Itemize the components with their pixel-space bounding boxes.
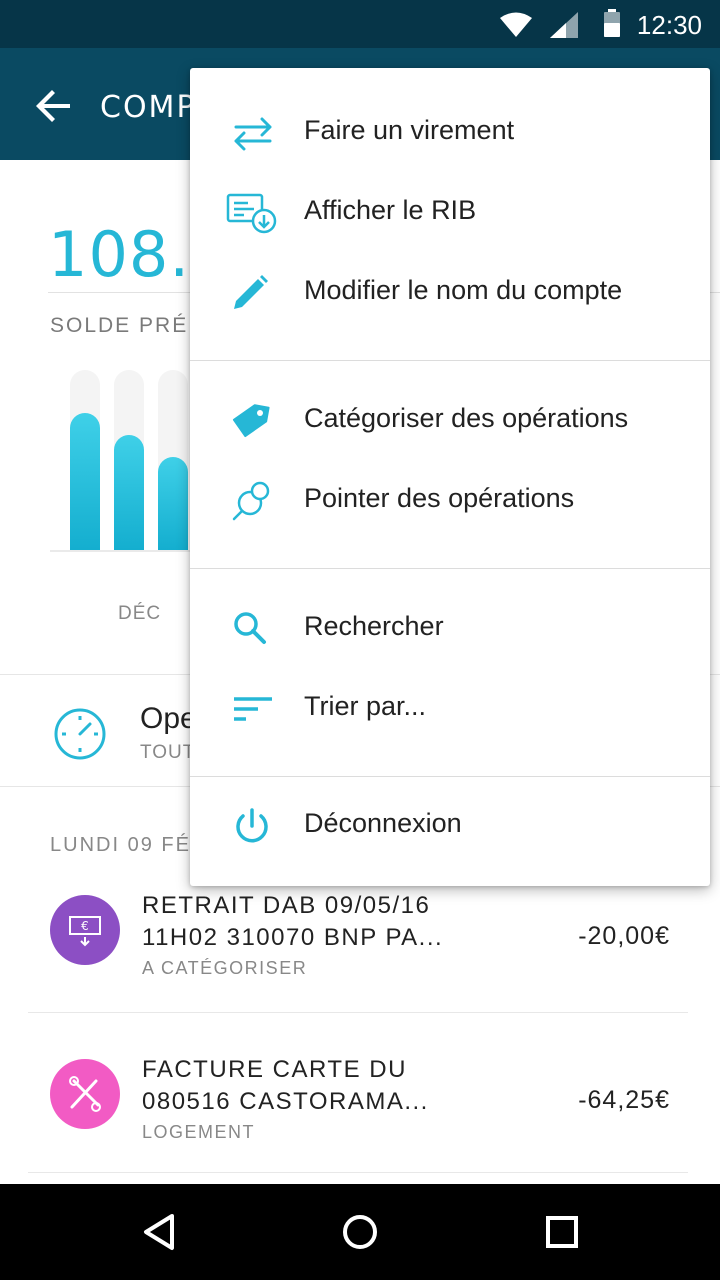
rib-download-icon	[226, 193, 277, 234]
pin-check-icon	[232, 481, 270, 521]
transaction-row[interactable]: € RETRAIT DAB 09/05/16 11H02 310070 BNP …	[0, 870, 720, 1030]
balance-label: SOLDE PRÉ	[50, 314, 189, 337]
status-bar: 12:30	[0, 0, 720, 48]
cell-signal-icon	[550, 12, 578, 38]
nav-recents-icon[interactable]	[538, 1208, 586, 1256]
menu-item-label: Afficher le RIB	[304, 195, 477, 225]
tag-icon	[232, 404, 270, 438]
transaction-description: FACTURE CARTE DU 080516 CASTORAMA...	[142, 1054, 482, 1118]
menu-item-transfer[interactable]: Faire un virement	[190, 93, 710, 173]
menu-item-label: Déconnexion	[304, 808, 462, 838]
transaction-category: A CATÉGORISER	[142, 958, 308, 978]
page-title: COMP	[100, 90, 197, 125]
transaction-avatar: €	[50, 895, 120, 965]
clock-icon	[54, 708, 106, 760]
menu-divider	[190, 776, 710, 777]
menu-item-label: Catégoriser des opérations	[304, 403, 629, 433]
transaction-line-1: FACTURE CARTE DU	[142, 1056, 407, 1083]
divider	[28, 1012, 688, 1013]
chart-axis	[50, 550, 190, 552]
power-icon	[236, 808, 268, 843]
cash-withdrawal-icon: €	[69, 916, 101, 947]
nav-home-icon[interactable]	[336, 1208, 384, 1256]
menu-item-label: Trier par...	[304, 691, 427, 721]
battery-icon	[604, 9, 620, 37]
transaction-line-2: 080516 CASTORAMA...	[142, 1088, 429, 1115]
transaction-description: RETRAIT DAB 09/05/16 11H02 310070 BNP PA…	[142, 890, 482, 954]
status-time: 12:30	[636, 10, 702, 40]
transaction-avatar	[50, 1059, 120, 1129]
menu-item-rib[interactable]: Afficher le RIB	[190, 173, 710, 253]
chart-bar	[70, 413, 100, 550]
menu-item-label: Modifier le nom du compte	[304, 275, 623, 305]
transaction-category: LOGEMENT	[142, 1122, 256, 1142]
overflow-menu: Faire un virement Afficher le RIB Modifi…	[190, 68, 710, 886]
divider	[28, 1172, 688, 1173]
menu-item-logout[interactable]: Déconnexion	[190, 786, 710, 866]
svg-text:€: €	[81, 919, 89, 933]
menu-item-label: Rechercher	[304, 611, 444, 641]
pencil-icon	[234, 275, 268, 309]
transaction-line-2: 11H02 310070 BNP PA...	[142, 924, 444, 951]
transaction-row[interactable]: FACTURE CARTE DU 080516 CASTORAMA... LOG…	[0, 1034, 720, 1194]
transaction-amount: -64,25€	[578, 1086, 670, 1114]
sort-icon	[234, 697, 272, 721]
search-icon	[234, 612, 266, 644]
menu-item-label: Faire un virement	[304, 115, 515, 145]
operations-title[interactable]: Ope	[140, 702, 197, 736]
menu-divider	[190, 568, 710, 569]
transaction-line-1: RETRAIT DAB 09/05/16	[142, 892, 431, 919]
chart-bar	[158, 457, 188, 550]
wifi-icon	[500, 12, 532, 37]
menu-divider	[190, 360, 710, 361]
menu-item-rename[interactable]: Modifier le nom du compte	[190, 253, 710, 333]
transaction-amount: -20,00€	[578, 922, 670, 950]
menu-item-label: Pointer des opérations	[304, 483, 575, 513]
chart-bar	[114, 435, 144, 550]
system-nav-bar	[0, 1184, 720, 1280]
nav-back-icon[interactable]	[136, 1208, 184, 1256]
menu-item-point[interactable]: Pointer des opérations	[190, 461, 710, 541]
date-header: LUNDI 09 FÉ	[50, 834, 191, 856]
menu-item-sort[interactable]: Trier par...	[190, 669, 710, 749]
back-arrow-icon[interactable]	[30, 82, 78, 130]
chart-month-label: DÉC	[118, 603, 162, 624]
menu-item-search[interactable]: Rechercher	[190, 589, 710, 669]
transfer-icon	[234, 117, 272, 151]
screen: 12:30 COMP 108.8 SOLDE PRÉ DÉC Ope TOUT …	[0, 0, 720, 1280]
menu-item-categorize[interactable]: Catégoriser des opérations	[190, 381, 710, 461]
tools-icon	[69, 1076, 101, 1112]
operations-filter: TOUT	[140, 742, 196, 763]
